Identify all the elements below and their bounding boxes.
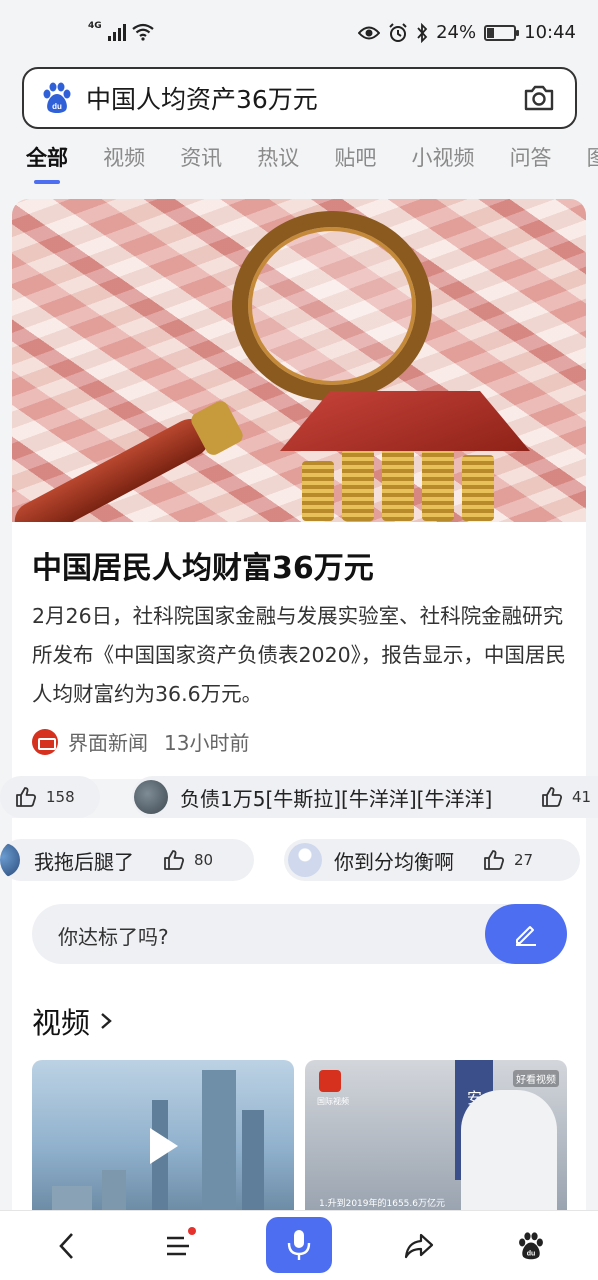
home-button[interactable]: du bbox=[508, 1223, 554, 1269]
tower bbox=[102, 1170, 126, 1210]
article-card[interactable]: 中国居民人均财富36万元 2月26日，社科院国家金融与发展实验室、社科院金融研究… bbox=[12, 199, 586, 779]
article-hero-image[interactable] bbox=[12, 199, 586, 522]
comment-pill[interactable]: 我拖后腿了 80 bbox=[0, 839, 254, 881]
chevron-right-icon bbox=[101, 1013, 112, 1029]
notification-dot bbox=[188, 1227, 196, 1235]
tower bbox=[242, 1110, 264, 1210]
like-count: 41 bbox=[572, 788, 592, 806]
tab-short-video[interactable]: 小视频 bbox=[411, 140, 474, 186]
bluetooth-icon bbox=[417, 22, 428, 43]
tab-video[interactable]: 视频 bbox=[103, 140, 145, 186]
comment-pill[interactable]: 你到分均衡啊 27 bbox=[284, 839, 580, 881]
avatar bbox=[288, 843, 322, 877]
share-icon bbox=[404, 1233, 434, 1259]
video-section-title: 视频 bbox=[32, 1006, 91, 1040]
battery-icon bbox=[484, 24, 520, 41]
comment-text: 你到分均衡啊 bbox=[334, 849, 454, 874]
baidu-paw-icon: du bbox=[43, 82, 71, 113]
category-tabs: 全部 视频 资讯 热议 贴吧 小视频 问答 图 bbox=[26, 140, 598, 186]
magnifier-ring bbox=[232, 211, 432, 401]
article-source[interactable]: 界面新闻 13小时前 bbox=[32, 727, 249, 756]
network-type: 4G bbox=[88, 21, 102, 31]
thumbs-up-icon[interactable] bbox=[540, 785, 564, 809]
voice-search-button[interactable] bbox=[266, 1217, 332, 1273]
article-summary: 2月26日，社科院国家金融与发展实验室、社科院金融研究所发布《中国国家资产负债表… bbox=[32, 604, 566, 706]
source-logo-icon bbox=[32, 728, 58, 755]
signal-icon bbox=[107, 23, 126, 41]
pencil-icon bbox=[516, 926, 536, 946]
baidu-paw-icon: du bbox=[519, 1232, 543, 1260]
status-right: 24% 10:44 bbox=[358, 22, 576, 43]
write-comment-button[interactable] bbox=[485, 904, 567, 964]
avatar bbox=[134, 780, 168, 814]
video-brand: 好看视频 bbox=[513, 1070, 559, 1087]
video-section-header[interactable]: 视频 bbox=[32, 1000, 116, 1042]
tab-tieba[interactable]: 贴吧 bbox=[334, 140, 376, 186]
protective-suit bbox=[461, 1090, 557, 1210]
comment-prompt: 你达标了吗? bbox=[58, 925, 169, 949]
search-input[interactable]: 中国人均资产36万元 bbox=[86, 80, 521, 116]
comment-pill[interactable]: 158 bbox=[0, 776, 100, 818]
status-bar: 4G 24% 10:44 bbox=[0, 0, 598, 66]
alarm-icon bbox=[389, 22, 407, 42]
wifi-icon bbox=[131, 23, 154, 41]
comment-input[interactable]: 你达标了吗? bbox=[32, 904, 567, 964]
magnifier-handle bbox=[12, 412, 216, 522]
tower bbox=[202, 1070, 236, 1210]
clock: 10:44 bbox=[524, 22, 576, 43]
eye-icon bbox=[358, 26, 381, 39]
video-caption: 1.升到2019年的1655.6万亿元 bbox=[319, 1199, 445, 1209]
search-box[interactable]: du 中国人均资产36万元 bbox=[22, 67, 577, 129]
bottom-nav: du bbox=[0, 1210, 598, 1280]
channel-name: 国际视频 bbox=[317, 1097, 349, 1106]
tower bbox=[52, 1186, 92, 1210]
publish-time: 13小时前 bbox=[164, 731, 250, 755]
avatar bbox=[0, 843, 20, 877]
thumbs-up-icon[interactable] bbox=[14, 785, 38, 809]
comment-text: 负债1万5[牛斯拉][牛洋洋][牛洋洋] bbox=[180, 786, 493, 811]
back-arrow-icon bbox=[59, 1233, 73, 1259]
like-count: 27 bbox=[514, 851, 534, 869]
tab-all[interactable]: 全部 bbox=[26, 140, 68, 186]
microphone-icon bbox=[287, 1230, 311, 1260]
tab-qa[interactable]: 问答 bbox=[510, 140, 552, 186]
svg-text:du: du bbox=[52, 102, 62, 111]
article-title[interactable]: 中国居民人均财富36万元 bbox=[32, 543, 374, 587]
svg-text:du: du bbox=[527, 1251, 536, 1258]
back-button[interactable] bbox=[44, 1223, 90, 1269]
share-button[interactable] bbox=[396, 1223, 442, 1269]
battery-percent: 24% bbox=[436, 22, 477, 43]
video-thumbnail[interactable] bbox=[32, 1060, 294, 1210]
play-icon bbox=[150, 1128, 178, 1164]
like-count: 158 bbox=[46, 788, 75, 806]
thumbs-up-icon[interactable] bbox=[162, 848, 186, 872]
thumbs-up-icon[interactable] bbox=[482, 848, 506, 872]
video-thumbnail[interactable]: 国际视频 安检查站 好看视频 1.升到2019年的1655.6万亿元 bbox=[305, 1060, 567, 1210]
tab-hot-discussion[interactable]: 热议 bbox=[257, 140, 299, 186]
source-name: 界面新闻 bbox=[68, 731, 148, 755]
camera-icon[interactable] bbox=[521, 80, 557, 116]
menu-button[interactable] bbox=[156, 1223, 202, 1269]
menu-icon bbox=[167, 1236, 189, 1256]
tab-news[interactable]: 资讯 bbox=[180, 140, 222, 186]
comment-text: 我拖后腿了 bbox=[34, 849, 134, 874]
comment-pill[interactable]: 负债1万5[牛斯拉][牛洋洋][牛洋洋] 41 bbox=[132, 776, 598, 818]
tab-image[interactable]: 图 bbox=[587, 140, 598, 186]
signal-group: 4G bbox=[88, 22, 154, 41]
channel-logo-icon bbox=[319, 1070, 341, 1092]
like-count: 80 bbox=[194, 851, 214, 869]
